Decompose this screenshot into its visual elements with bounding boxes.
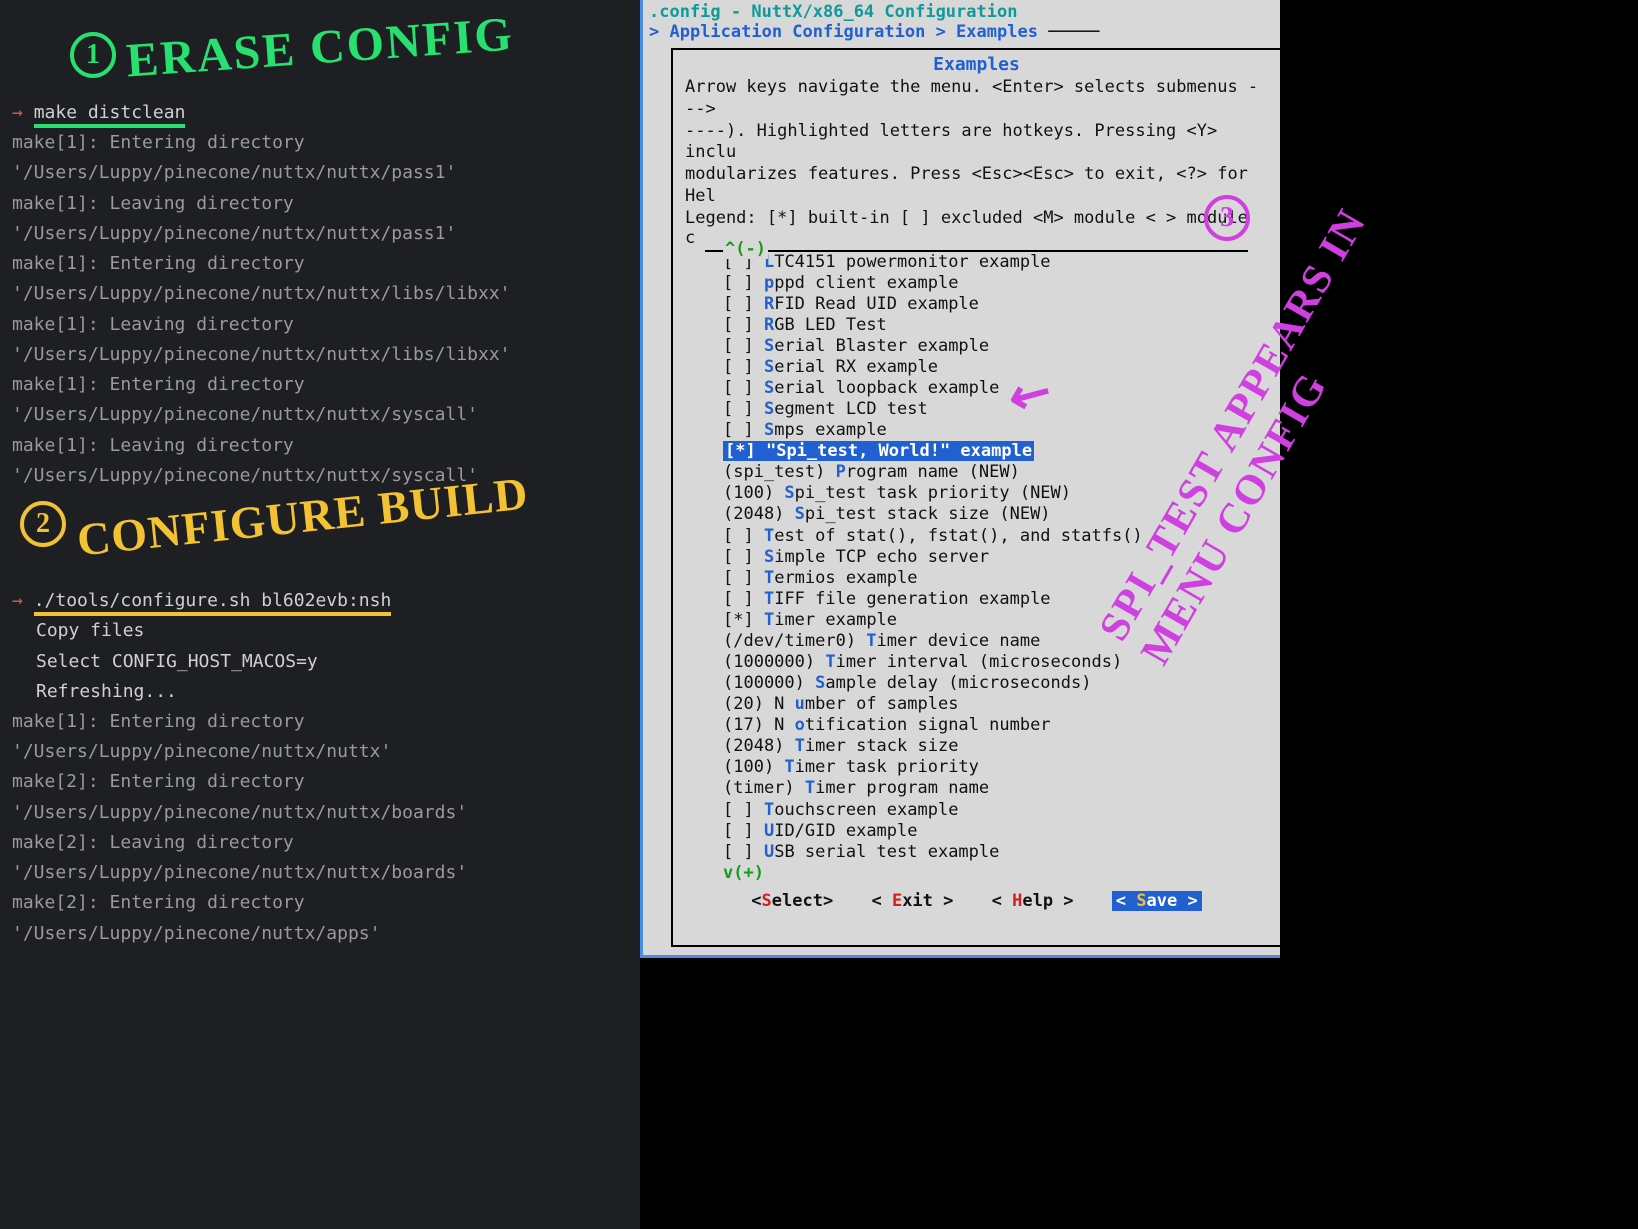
menu-option[interactable]: (17) N otification signal number [705,715,1248,736]
prompt-icon: → [12,590,34,611]
menu-heading: Examples [673,50,1280,77]
menu-option[interactable]: [ ] LTC4151 powermonitor example [705,252,1248,273]
menu-option[interactable]: (1000000) Timer interval (microseconds) [705,652,1248,673]
terminal-output: make[2]: Leaving directory '/Users/Luppy… [12,828,628,888]
menu-option[interactable]: (100) Spi_test task priority (NEW) [705,483,1248,504]
menu-option[interactable]: [ ] TIFF file generation example [705,589,1248,610]
menu-option[interactable]: [ ] UID/GID example [705,821,1248,842]
terminal-output: make[1]: Entering directory '/Users/Lupp… [12,370,628,430]
save-button[interactable]: < Save > [1112,891,1202,911]
menu-list[interactable]: ^(-) [ ] LTC4151 powermonitor example[ ]… [705,250,1248,883]
menu-option[interactable]: (100000) Sample delay (microseconds) [705,673,1248,694]
breadcrumb: > Application Configuration > Examples ─… [643,22,1280,42]
menu-help: modularizes features. Press <Esc><Esc> t… [673,164,1280,208]
menu-option[interactable]: [ ] Touchscreen example [705,800,1248,821]
terminal-line: → ./tools/configure.sh bl602evb:nsh [12,586,628,616]
menu-option[interactable]: [ ] Smps example [705,420,1248,441]
exit-button[interactable]: < Exit > [871,891,953,911]
menu-help: ----). Highlighted letters are hotkeys. … [673,121,1280,165]
select-button[interactable]: <SSelectelect> [751,891,833,911]
menu-option[interactable]: [ ] RFID Read UID example [705,294,1248,315]
menu-option[interactable]: [*] "Spi_test, World!" example [705,441,1034,462]
menu-option[interactable]: [ ] USB serial test example [705,842,1248,863]
terminal-line: → make distclean [12,98,628,128]
terminal-output: make[1]: Leaving directory '/Users/Luppy… [12,431,628,491]
menu-option[interactable]: [ ] Simple TCP echo server [705,547,1248,568]
scroll-up-icon[interactable]: ^(-) [723,239,768,259]
menu-option[interactable]: (2048) Timer stack size [705,736,1248,757]
terminal-output: make[2]: Entering directory '/Users/Lupp… [12,767,628,827]
terminal-pane[interactable]: → make distclean make[1]: Entering direc… [0,0,640,1229]
menu-help: Arrow keys navigate the menu. <Enter> se… [673,77,1280,121]
menu-option[interactable]: [ ] Serial loopback example [705,378,1248,399]
menu-option[interactable]: [ ] Test of stat(), fstat(), and statfs(… [705,526,1248,547]
menu-option[interactable]: [ ] Segment LCD test [705,399,1248,420]
menu-option[interactable]: [ ] Serial RX example [705,357,1248,378]
prompt-icon: → [12,102,34,123]
menu-option[interactable]: [ ] pppd client example [705,273,1248,294]
menu-option[interactable]: (100) Timer task priority [705,757,1248,778]
terminal-output: make[2]: Entering directory '/Users/Lupp… [12,888,628,948]
menu-option[interactable]: [ ] Serial Blaster example [705,336,1248,357]
help-button[interactable]: < Help > [992,891,1074,911]
terminal-output: make[1]: Entering directory '/Users/Lupp… [12,128,628,188]
command-2: ./tools/configure.sh bl602evb:nsh [34,590,392,616]
terminal-output: Select CONFIG_HOST_MACOS=y [12,647,628,677]
terminal-output: make[1]: Leaving directory '/Users/Luppy… [12,310,628,370]
menu-option[interactable]: [ ] Termios example [705,568,1248,589]
menu-option[interactable]: (spi_test) Program name (NEW) [705,462,1248,483]
menuconfig-title: .config - NuttX/x86_64 Configuration [643,0,1280,22]
menuconfig-window[interactable]: .config - NuttX/x86_64 Configuration > A… [640,0,1280,958]
terminal-output: make[1]: Leaving directory '/Users/Luppy… [12,189,628,249]
terminal-output: make[1]: Entering directory '/Users/Lupp… [12,249,628,309]
menu-option[interactable]: (20) N umber of samples [705,694,1248,715]
command-1: make distclean [34,102,186,128]
menu-option[interactable]: (2048) Spi_test stack size (NEW) [705,504,1248,525]
menu-option[interactable]: (/dev/timer0) Timer device name [705,631,1248,652]
terminal-output: make[1]: Entering directory '/Users/Lupp… [12,707,628,767]
terminal-output: Refreshing... [12,677,628,707]
menu-option[interactable]: [ ] RGB LED Test [705,315,1248,336]
scroll-down-icon[interactable]: v(+) [705,863,1248,883]
menu-option[interactable]: (timer) Timer program name [705,778,1248,799]
menu-option[interactable]: [*] Timer example [705,610,1248,631]
menu-button-bar: <SSelectelect> < Exit > < Help > < Save … [673,883,1280,915]
terminal-output: Copy files [12,616,628,646]
